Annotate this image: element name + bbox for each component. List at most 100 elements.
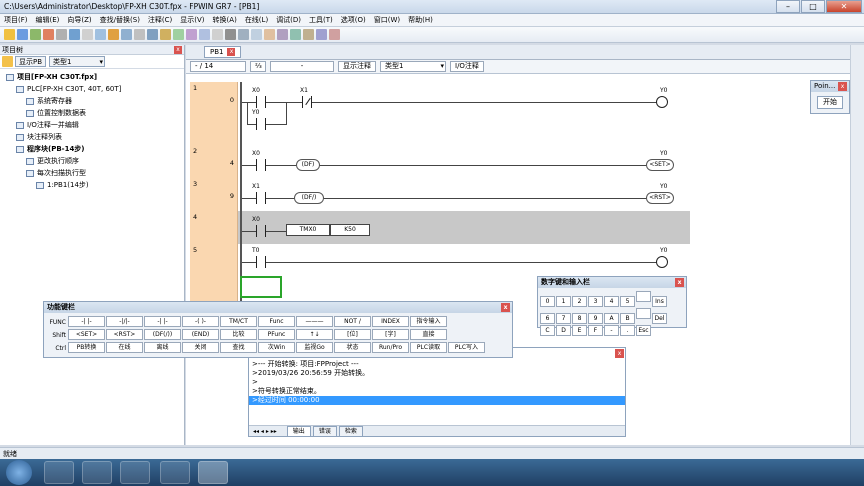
numpad-key[interactable]: 6 bbox=[540, 313, 555, 324]
close-icon[interactable]: x bbox=[227, 48, 236, 56]
rung[interactable]: 24 X0 (DF) Y0 <SET> bbox=[190, 145, 690, 178]
address-field[interactable]: - bbox=[270, 61, 334, 72]
tree-icon[interactable] bbox=[2, 56, 13, 67]
function-key[interactable]: Func bbox=[258, 316, 295, 327]
menu-item[interactable]: 注释(C) bbox=[144, 14, 176, 27]
toolbar-tool-icon[interactable] bbox=[303, 29, 314, 40]
numpad-key[interactable]: 3 bbox=[588, 296, 603, 307]
toolbar-tool-icon[interactable] bbox=[147, 29, 158, 40]
function-key[interactable]: Run/Pro bbox=[372, 342, 409, 353]
toolbar-tool-icon[interactable] bbox=[82, 29, 93, 40]
close-icon[interactable]: x bbox=[501, 303, 510, 312]
function-key[interactable]: 查找 bbox=[220, 342, 257, 353]
rung[interactable]: 10 X0 X1 Y0 Y0 bbox=[190, 82, 690, 145]
numpad-key[interactable]: C bbox=[540, 325, 555, 336]
coil-y0[interactable] bbox=[656, 96, 668, 108]
function-key[interactable]: INDEX bbox=[372, 316, 409, 327]
function-key[interactable]: 关闭 bbox=[182, 342, 219, 353]
numpad-key[interactable]: B bbox=[620, 313, 635, 324]
toolbar-tool-icon[interactable] bbox=[160, 29, 171, 40]
taskbar-player-icon[interactable] bbox=[120, 461, 150, 484]
toolbar-tool-icon[interactable] bbox=[43, 29, 54, 40]
function-key[interactable]: NOT / bbox=[334, 316, 371, 327]
numpad-key[interactable]: E bbox=[572, 325, 587, 336]
function-key[interactable]: PFunc bbox=[258, 329, 295, 340]
numpad-key[interactable]: 7 bbox=[556, 313, 571, 324]
show-pb-button[interactable]: 显示PB bbox=[15, 56, 47, 67]
tree-node[interactable]: 块注释列表 bbox=[16, 133, 62, 142]
close-icon[interactable]: x bbox=[174, 46, 182, 54]
menu-item[interactable]: 选项(O) bbox=[337, 14, 370, 27]
function-key[interactable]: PLC写入 bbox=[448, 342, 485, 353]
menu-item[interactable]: 窗口(W) bbox=[370, 14, 404, 27]
numpad-key[interactable]: 2 bbox=[572, 296, 587, 307]
dfi-instruction[interactable]: (DF/) bbox=[294, 192, 324, 204]
numpad-key[interactable]: 8 bbox=[572, 313, 587, 324]
set-instruction[interactable]: <SET> bbox=[646, 159, 674, 171]
contact-y0[interactable] bbox=[256, 118, 266, 130]
menu-item[interactable]: 查找/替换(S) bbox=[96, 14, 144, 27]
toolbar-tool-icon[interactable] bbox=[121, 29, 132, 40]
toolbar-tool-icon[interactable] bbox=[238, 29, 249, 40]
taskbar-app-icon[interactable] bbox=[44, 461, 74, 484]
tree-node[interactable]: 每次扫描执行型 bbox=[26, 169, 86, 178]
numpad-key[interactable]: D bbox=[556, 325, 571, 336]
timer-preset[interactable]: K50 bbox=[330, 224, 370, 236]
numpad-key[interactable]: 5 bbox=[620, 296, 635, 307]
menu-item[interactable]: 工具(T) bbox=[305, 14, 337, 27]
maximize-button[interactable]: □ bbox=[801, 0, 825, 13]
menu-item[interactable]: 帮助(H) bbox=[404, 14, 437, 27]
function-key[interactable]: (END) bbox=[182, 329, 219, 340]
function-key[interactable]: -| |- bbox=[68, 316, 105, 327]
function-key[interactable]: <SET> bbox=[68, 329, 105, 340]
function-key[interactable]: 离线 bbox=[144, 342, 181, 353]
function-key[interactable]: 在线 bbox=[106, 342, 143, 353]
minimize-button[interactable]: – bbox=[776, 0, 800, 13]
numpad-key[interactable] bbox=[636, 308, 651, 319]
output-tab[interactable]: 错误 bbox=[312, 425, 337, 437]
toolbar-tool-icon[interactable] bbox=[199, 29, 210, 40]
taskbar-tool-icon[interactable] bbox=[160, 461, 190, 484]
toolbar-tool-icon[interactable] bbox=[56, 29, 67, 40]
numpad-key[interactable]: F bbox=[588, 325, 603, 336]
tree-node[interactable]: PLC[FP-XH C30T, 40T, 60T] bbox=[16, 85, 121, 94]
contact-x0[interactable] bbox=[256, 159, 266, 171]
numpad-key[interactable]: . bbox=[620, 325, 635, 336]
toolbar-tool-icon[interactable] bbox=[95, 29, 106, 40]
io-comment-button[interactable]: I/O注释 bbox=[450, 61, 484, 72]
start-button[interactable]: 开始 bbox=[817, 96, 843, 109]
toolbar-tool-icon[interactable] bbox=[251, 29, 262, 40]
coil-y0[interactable] bbox=[656, 256, 668, 268]
toolbar-tool-icon[interactable] bbox=[173, 29, 184, 40]
menu-item[interactable]: 显示(V) bbox=[176, 14, 208, 27]
toolbar-tool-icon[interactable] bbox=[30, 29, 41, 40]
tree-node[interactable]: 更改执行顺序 bbox=[26, 157, 79, 166]
function-key[interactable]: -|/|- bbox=[106, 316, 143, 327]
toolbar-tool-icon[interactable] bbox=[69, 29, 80, 40]
function-key[interactable]: [位] bbox=[334, 329, 371, 340]
toolbar-tool-icon[interactable] bbox=[108, 29, 119, 40]
close-icon[interactable]: x bbox=[838, 82, 847, 91]
toolbar-tool-icon[interactable] bbox=[329, 29, 340, 40]
contact-t0[interactable] bbox=[256, 256, 266, 268]
scroll-arrows-icon[interactable]: ◂◂ ◂ ▸ ▸▸ bbox=[253, 428, 277, 435]
function-key[interactable]: PLC读取 bbox=[410, 342, 447, 353]
toolbar-tool-icon[interactable] bbox=[225, 29, 236, 40]
numpad-key[interactable]: 0 bbox=[540, 296, 555, 307]
contact-x1[interactable] bbox=[256, 192, 266, 204]
numpad-key[interactable]: Del bbox=[652, 313, 667, 324]
tree-node[interactable]: 1:PB1(14步) bbox=[36, 181, 89, 190]
function-key[interactable]: TM/CT bbox=[220, 316, 257, 327]
function-key[interactable]: 指令输入 bbox=[410, 316, 447, 327]
tree-node[interactable]: 程序块(PB-14步) bbox=[16, 145, 85, 154]
menu-item[interactable]: 项目(F) bbox=[0, 14, 32, 27]
function-key[interactable]: 状态 bbox=[334, 342, 371, 353]
numpad-key[interactable]: 4 bbox=[604, 296, 619, 307]
close-button[interactable]: ✕ bbox=[826, 0, 862, 13]
function-key[interactable]: ——— bbox=[296, 316, 333, 327]
numpad-key[interactable]: 9 bbox=[588, 313, 603, 324]
nc-contact-x1[interactable] bbox=[302, 96, 312, 108]
numpad-key[interactable]: 1 bbox=[556, 296, 571, 307]
toolbar-tool-icon[interactable] bbox=[17, 29, 28, 40]
ladder-cursor[interactable] bbox=[240, 276, 282, 298]
